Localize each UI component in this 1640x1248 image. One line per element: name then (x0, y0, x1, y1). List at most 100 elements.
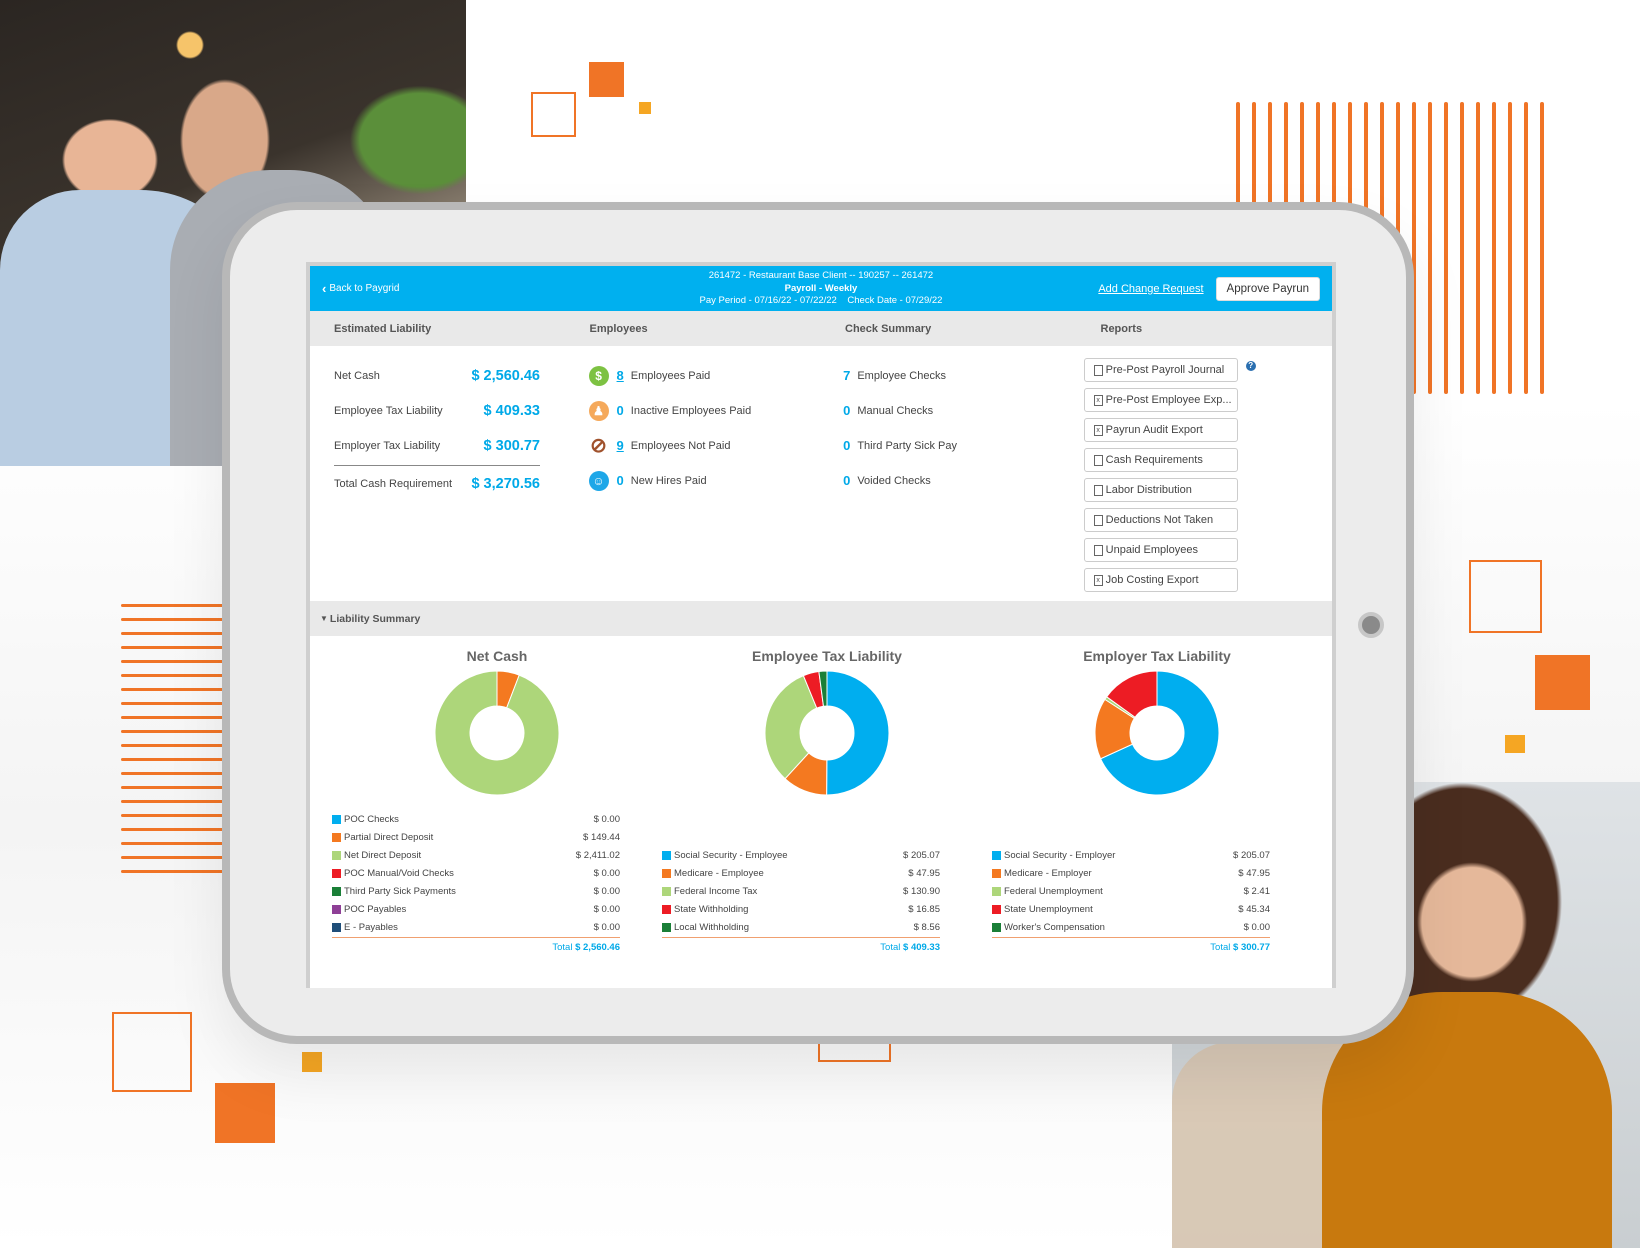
check-row: 0 Voided Checks (843, 463, 1074, 498)
report-button[interactable]: x Payrun Audit Export (1083, 418, 1238, 442)
legend-total: Total $ 409.33 (662, 937, 940, 953)
chart-title: Net Cash (466, 648, 528, 664)
legend-swatch (332, 850, 341, 860)
donut-chart: Employer Tax Liability Social Security - … (992, 636, 1322, 953)
legend-label: Partial Direct Deposit (344, 831, 434, 843)
legend-label: Worker's Compensation (1004, 921, 1105, 933)
inactive-paid-count: 0 (616, 403, 624, 418)
report-button[interactable]: Cash Requirements (1083, 448, 1238, 472)
employees-column: $ 8 Employees Paid ♟ 0 Inactive Employee… (565, 358, 820, 601)
liability-label: Net Cash (334, 369, 380, 382)
total-value: $ 300.77 (1233, 942, 1270, 953)
report-button[interactable]: x Pre-Post Employee Exp... (1083, 388, 1238, 412)
employees-row-not-paid: ⊘ 9 Employees Not Paid (588, 428, 820, 463)
liability-label: Employee Tax Liability (334, 404, 443, 417)
liability-row-net-cash: Net Cash $ 2,560.46 (334, 358, 540, 393)
report-button[interactable]: Pre-Post Payroll Journal (1083, 358, 1238, 382)
report-button[interactable]: Unpaid Employees (1083, 538, 1238, 562)
legend-item: Social Security - Employee $ 205.07 (662, 846, 940, 864)
legend-value: $ 2.41 (1243, 885, 1270, 897)
not-paid-count[interactable]: 9 (617, 438, 624, 453)
payroll-header: ‹ Back to Paygrid 261472 - Restaurant Ba… (310, 266, 1332, 311)
legend-swatch (332, 868, 341, 878)
legend-swatch (332, 814, 341, 824)
deco-square (1505, 735, 1525, 753)
legend-value: $ 0.00 (593, 813, 620, 825)
help-icon[interactable]: ? (1245, 361, 1256, 371)
legend-swatch (332, 832, 341, 842)
deco-square (1469, 560, 1542, 633)
deco-square (589, 62, 624, 97)
legend-value: $ 0.00 (1243, 921, 1270, 933)
pdf-file-icon (1093, 544, 1103, 556)
report-button[interactable]: x Job Costing Export (1083, 568, 1238, 592)
report-button[interactable]: Deductions Not Taken (1083, 508, 1238, 532)
deco-square (639, 102, 651, 114)
report-label: Payrun Audit Export (1105, 424, 1203, 436)
legend-swatch (992, 886, 1001, 896)
legend-value: $ 8.56 (913, 921, 940, 933)
summary-headers: Estimated Liability Employees Check Summ… (310, 311, 1332, 346)
donut-slice[interactable] (434, 670, 560, 796)
legend-value: $ 45.34 (1238, 903, 1270, 915)
donut-chart: Employee Tax Liability Social Security - … (662, 636, 992, 953)
liability-row-total: Total Cash Requirement $ 3,270.56 (334, 466, 540, 501)
employees-row-new-hires: ☺ 0 New Hires Paid (588, 463, 820, 498)
legend-label: POC Payables (344, 903, 407, 915)
employees-paid-count[interactable]: 8 (617, 368, 624, 383)
check-count: 0 (843, 473, 851, 488)
legend-label: Social Security - Employee (674, 849, 788, 861)
legend-item: Federal Income Tax $ 130.90 (662, 882, 940, 900)
legend-swatch (332, 886, 341, 896)
total-label: Total (1210, 942, 1231, 953)
legend-swatch (662, 922, 671, 932)
not-paid-icon: ⊘ (588, 435, 609, 457)
liability-summary-toggle[interactable]: ▼ Liability Summary (310, 601, 1332, 636)
liability-label: Employer Tax Liability (334, 439, 441, 452)
caret-down-icon: ▼ (320, 614, 328, 623)
legend-item: Worker's Compensation $ 0.00 (992, 918, 1270, 936)
legend-label: Social Security - Employer (1004, 849, 1116, 861)
legend-label: POC Checks (344, 813, 399, 825)
total-label: Total (552, 942, 573, 953)
back-to-paygrid-link[interactable]: ‹ Back to Paygrid (322, 281, 399, 296)
estimated-liability-heading: Estimated Liability (334, 322, 432, 335)
report-button[interactable]: Labor Distribution (1083, 478, 1238, 502)
deco-horizontal-stripes (121, 604, 226, 873)
liability-value: $ 409.33 (483, 402, 540, 419)
tablet-home-button (1358, 612, 1384, 638)
donut-slice[interactable] (826, 670, 890, 796)
liability-summary-heading: Liability Summary (329, 612, 421, 625)
total-label: Total (880, 942, 901, 953)
report-label: Labor Distribution (1105, 484, 1192, 496)
liability-label: Total Cash Requirement (334, 477, 453, 490)
legend-value: $ 47.95 (908, 867, 940, 879)
legend-value: $ 130.90 (903, 885, 940, 897)
approve-payrun-button[interactable]: Approve Payrun (1215, 276, 1320, 301)
legend-item: Social Security - Employer $ 205.07 (992, 846, 1270, 864)
reports-heading: Reports (1100, 322, 1143, 335)
check-summary-column: 7 Employee Checks 0 Manual Checks 0 Thir… (819, 358, 1074, 601)
employees-label: Inactive Employees Paid (630, 404, 752, 417)
estimated-liability-column: Net Cash $ 2,560.46 Employee Tax Liabili… (310, 358, 565, 601)
summary-panel: Net Cash $ 2,560.46 Employee Tax Liabili… (310, 346, 1332, 601)
check-count: 7 (843, 368, 851, 383)
pdf-file-icon (1093, 454, 1103, 466)
legend-value: $ 205.07 (1233, 849, 1270, 861)
employees-row-paid: $ 8 Employees Paid (588, 358, 820, 393)
pdf-file-icon (1093, 484, 1103, 496)
legend-value: $ 2,411.02 (575, 849, 620, 861)
legend-value: $ 47.95 (1238, 867, 1270, 879)
add-change-request-link[interactable]: Add Change Request (1098, 283, 1203, 295)
legend-item: State Unemployment $ 45.34 (992, 900, 1270, 918)
chart-title: Employer Tax Liability (1083, 648, 1231, 664)
legend-swatch (992, 850, 1001, 860)
legend-value: $ 16.85 (908, 903, 940, 915)
legend-value: $ 0.00 (593, 903, 620, 915)
legend-swatch (662, 886, 671, 896)
legend-value: $ 0.00 (593, 867, 620, 879)
legend-swatch (992, 922, 1001, 932)
legend-item: POC Manual/Void Checks $ 0.00 (332, 864, 620, 882)
liability-row-employee-tax: Employee Tax Liability $ 409.33 (334, 393, 540, 428)
legend-item: Federal Unemployment $ 2.41 (992, 882, 1270, 900)
